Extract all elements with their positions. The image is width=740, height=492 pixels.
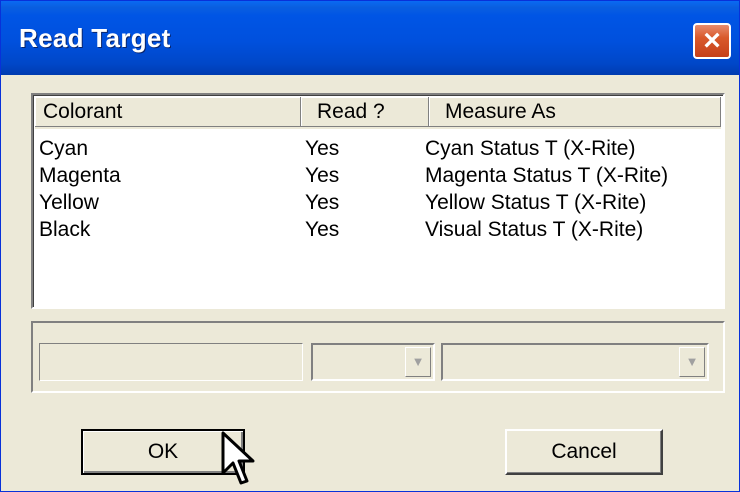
- measure-as-cell: Visual Status T (X-Rite): [425, 218, 644, 241]
- read-cell: Yes: [305, 218, 340, 241]
- column-header-colorant[interactable]: Colorant: [35, 97, 301, 127]
- window-title: Read Target: [19, 23, 171, 53]
- mouse-pointer-icon: [221, 431, 255, 485]
- read-cell: Yes: [305, 191, 340, 214]
- read-target-dialog: Read Target × Colorant Read ? Measure As…: [0, 0, 740, 492]
- measure-as-cell: Yellow Status T (X-Rite): [425, 191, 647, 214]
- colorant-list[interactable]: Colorant Read ? Measure As Cyan Yes Cyan…: [31, 93, 725, 309]
- colorant-cell: Magenta: [39, 164, 121, 187]
- measure-as-cell: Magenta Status T (X-Rite): [425, 164, 669, 187]
- colorant-cell: Yellow: [39, 191, 99, 214]
- read-dropdown[interactable]: ▼: [311, 343, 435, 381]
- colorant-cell: Black: [39, 218, 91, 241]
- read-cell: Yes: [305, 164, 340, 187]
- close-icon: ×: [703, 24, 721, 57]
- read-cell: Yes: [305, 137, 340, 160]
- measure-as-dropdown[interactable]: ▼: [441, 343, 709, 381]
- chevron-down-icon[interactable]: ▼: [679, 347, 705, 377]
- column-header-measure-as[interactable]: Measure As: [429, 97, 721, 127]
- list-header: Colorant Read ? Measure As: [35, 97, 721, 129]
- colorant-cell: Cyan: [39, 137, 89, 160]
- cancel-button[interactable]: Cancel: [505, 429, 663, 475]
- column-header-read[interactable]: Read ?: [301, 97, 429, 127]
- row-edit-panel: ▼ ▼: [31, 321, 725, 393]
- measure-as-cell: Cyan Status T (X-Rite): [425, 137, 636, 160]
- chevron-down-icon[interactable]: ▼: [405, 347, 431, 377]
- title-bar[interactable]: Read Target ×: [1, 1, 739, 75]
- close-button[interactable]: ×: [693, 23, 731, 59]
- colorant-edit-field: [39, 343, 303, 381]
